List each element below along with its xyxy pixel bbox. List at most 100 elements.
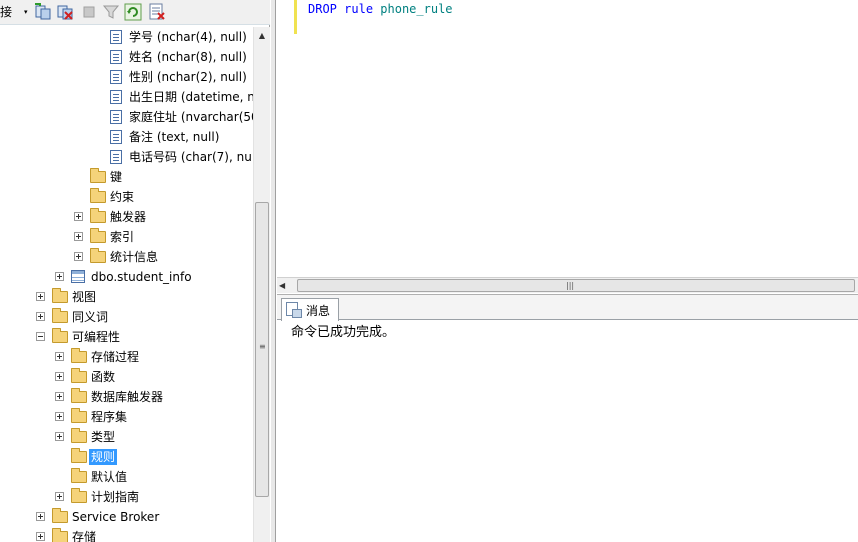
connect-explorer-icon[interactable] (34, 3, 52, 21)
tree-item-label: 性别 (nchar(2), null) (129, 70, 247, 84)
tab-messages-label: 消息 (306, 304, 331, 318)
folder-icon (71, 428, 87, 443)
connect-button[interactable]: 连接 ▾ (0, 3, 30, 21)
chevron-down-icon: ▾ (24, 8, 28, 16)
messages-icon (286, 302, 302, 318)
tree-item-types[interactable]: 类型 (0, 427, 253, 447)
tree-item-defaults[interactable]: 默认值 (0, 467, 253, 487)
pane-splitter[interactable] (271, 0, 276, 542)
expand-icon[interactable] (55, 432, 64, 441)
folder-icon (52, 508, 68, 523)
tree-item-label: 程序集 (91, 410, 128, 424)
folder-icon (71, 368, 87, 383)
tree-item-label: 默认值 (91, 470, 128, 484)
tree-item-functions[interactable]: 函数 (0, 367, 253, 387)
expand-icon[interactable] (74, 252, 83, 261)
expand-icon[interactable] (36, 532, 45, 541)
tree-item-label: 函数 (91, 370, 116, 384)
tree-item-service-broker[interactable]: Service Broker (0, 507, 253, 527)
tree-item-views[interactable]: 视图 (0, 287, 253, 307)
tree-item-label: 索引 (110, 230, 135, 244)
object-explorer: 连接▾ 学号 (nch (0, 0, 270, 542)
expand-icon[interactable] (74, 212, 83, 221)
tree-item-indexes[interactable]: 索引 (0, 227, 253, 247)
tree-item-plan-guides[interactable]: 计划指南 (0, 487, 253, 507)
expand-icon[interactable] (55, 372, 64, 381)
refresh-icon[interactable] (124, 3, 142, 21)
query-editor[interactable]: DROP rule phone_rule (277, 0, 858, 277)
folder-icon (90, 168, 106, 183)
tree-item-label: 键 (110, 170, 123, 184)
column-icon (110, 30, 122, 44)
column-icon (110, 70, 122, 84)
sql-code-line[interactable]: DROP rule phone_rule (308, 2, 453, 16)
tree-item-column[interactable]: 性别 (nchar(2), null) (0, 67, 253, 87)
expand-icon[interactable] (36, 312, 45, 321)
column-icon (110, 130, 122, 144)
tree-item-column[interactable]: 家庭住址 (nvarchar(50 (0, 107, 253, 127)
tree-item-storage[interactable]: 存储 (0, 527, 253, 542)
sql-keyword: DROP (308, 2, 337, 16)
filter-icon[interactable] (102, 3, 120, 21)
collapse-icon[interactable] (36, 332, 45, 341)
tree-item-keys[interactable]: 键 (0, 167, 253, 187)
scroll-up-icon[interactable]: ▲ (254, 27, 270, 44)
object-explorer-tree: 学号 (nchar(4), null) 姓名 (nchar(8), null) … (0, 27, 253, 542)
disconnect-icon[interactable] (56, 3, 74, 21)
tree-item-column[interactable]: 电话号码 (char(7), null (0, 147, 253, 167)
tree-item-statistics[interactable]: 统计信息 (0, 247, 253, 267)
tree-item-programmability[interactable]: 可编程性 (0, 327, 253, 347)
tree-item-label: 类型 (91, 430, 116, 444)
tree-item-column[interactable]: 出生日期 (datetime, n (0, 87, 253, 107)
tree-item-stored-procedures[interactable]: 存储过程 (0, 347, 253, 367)
folder-icon (71, 408, 87, 423)
tree-item-label: 统计信息 (110, 250, 159, 264)
editor-horizontal-scrollbar[interactable]: ◀ ||| (277, 277, 858, 293)
tree-item-triggers[interactable]: 触发器 (0, 207, 253, 227)
expand-icon[interactable] (74, 232, 83, 241)
tree-item-label: 家庭住址 (nvarchar(50 (129, 110, 253, 124)
tree-item-label: 计划指南 (91, 490, 140, 504)
expand-icon[interactable] (55, 352, 64, 361)
explorer-vertical-scrollbar[interactable]: ▲ ≡ (253, 27, 270, 542)
scroll-left-icon[interactable]: ◀ (279, 278, 285, 293)
scrollbar-thumb[interactable]: ||| (297, 279, 855, 292)
tree-item-label: 电话号码 (char(7), null (129, 150, 253, 164)
folder-icon (71, 488, 87, 503)
tree-item-label: 约束 (110, 190, 135, 204)
tree-item-constraints[interactable]: 约束 (0, 187, 253, 207)
tree-item-table[interactable]: dbo.student_info (0, 267, 253, 287)
folder-icon (71, 348, 87, 363)
expand-icon[interactable] (55, 272, 64, 281)
tree-item-db-triggers[interactable]: 数据库触发器 (0, 387, 253, 407)
tree-item-rules[interactable]: 规则 (0, 447, 253, 467)
tree-item-synonyms[interactable]: 同义词 (0, 307, 253, 327)
connect-label: 连接 (0, 5, 13, 19)
tree-item-label-selected: 规则 (89, 449, 118, 465)
expand-icon[interactable] (55, 412, 64, 421)
tree-item-column[interactable]: 学号 (nchar(4), null) (0, 27, 253, 47)
tree-item-label: dbo.student_info (91, 270, 192, 284)
folder-icon (52, 528, 68, 542)
expand-icon[interactable] (36, 512, 45, 521)
expand-icon[interactable] (36, 292, 45, 301)
column-icon (110, 90, 122, 104)
folder-icon (71, 448, 87, 463)
folder-icon (90, 248, 106, 263)
activity-monitor-icon[interactable] (148, 3, 166, 21)
folder-icon (90, 228, 106, 243)
stop-icon[interactable] (80, 3, 98, 21)
change-indicator (294, 0, 297, 34)
tree-item-column[interactable]: 备注 (text, null) (0, 127, 253, 147)
results-tabstrip: 消息 (277, 295, 858, 321)
scrollbar-thumb[interactable]: ≡ (255, 202, 269, 497)
tree-item-label: 存储 (72, 530, 97, 542)
tree-item-assemblies[interactable]: 程序集 (0, 407, 253, 427)
tree-item-column[interactable]: 姓名 (nchar(8), null) (0, 47, 253, 67)
tree-item-label: 存储过程 (91, 350, 140, 364)
expand-icon[interactable] (55, 492, 64, 501)
sql-keyword: rule (344, 2, 374, 16)
expand-icon[interactable] (55, 392, 64, 401)
tab-messages[interactable]: 消息 (281, 298, 339, 321)
folder-icon (52, 288, 68, 303)
